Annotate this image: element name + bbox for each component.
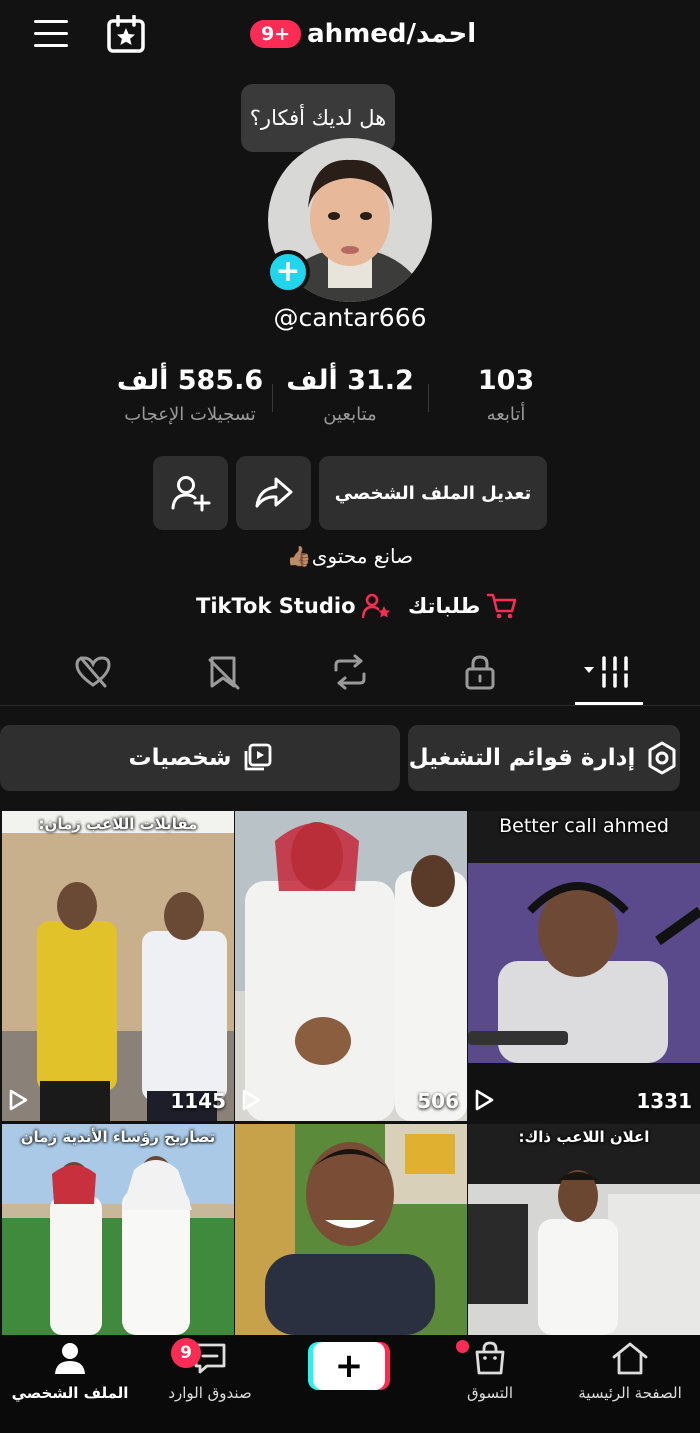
stat-followers[interactable]: 31.2 ألف متابعين	[260, 365, 440, 425]
favorites-hidden-icon	[208, 656, 240, 690]
notification-badge: 9+	[250, 20, 302, 48]
studio-person-star-icon	[361, 593, 390, 619]
account-name: ahmed/احمد	[307, 19, 477, 49]
stat-label: تسجيلات الإعجاب	[124, 404, 256, 425]
video-caption: تصاريح رؤساء الأندية زمان	[20, 1128, 216, 1146]
shop-notification-dot	[456, 1340, 469, 1353]
orders-label: طلباتك	[408, 594, 481, 618]
add-user-icon	[171, 476, 210, 512]
nav-profile[interactable]: الملف الشخصي	[0, 1340, 140, 1402]
video-thumbnail[interactable]	[235, 1124, 467, 1335]
video-caption: Better call ahmed	[499, 815, 669, 837]
nav-profile-label: الملف الشخصي	[11, 1384, 129, 1402]
menu-icon[interactable]	[34, 20, 68, 48]
stat-following[interactable]: 103 أتابعه	[416, 365, 596, 425]
video-thumbnail[interactable]: Better call ahmed 1331	[468, 811, 700, 1121]
profile-title[interactable]: 9+ ahmed/احمد	[250, 14, 476, 54]
tab-private[interactable]	[444, 650, 516, 694]
nav-shop-label: التسوق	[466, 1384, 514, 1402]
view-count: 1331	[636, 1089, 692, 1113]
video-thumbnail[interactable]: اعلان اللاعب ذاك:	[468, 1124, 700, 1335]
video-thumbnail[interactable]: 506	[235, 811, 467, 1121]
profile-bio: صانع محتوى👍🏽	[286, 544, 414, 568]
liked-hidden-icon	[75, 656, 111, 688]
stat-value: 585.6 ألف	[116, 365, 264, 396]
play-icon	[9, 1089, 28, 1111]
characters-icon	[244, 743, 271, 771]
calendar-star-icon[interactable]	[106, 14, 146, 57]
repost-icon	[334, 654, 366, 690]
characters-button[interactable]: شخصيات	[0, 725, 400, 791]
view-count: 506	[417, 1089, 459, 1113]
create-button[interactable]: +	[313, 1342, 385, 1390]
tiktok-studio-label: TikTok Studio	[196, 594, 356, 618]
play-icon	[242, 1089, 261, 1111]
stat-value: 103	[477, 365, 535, 396]
gear-icon	[648, 741, 676, 775]
edit-profile-button[interactable]: تعديل الملف الشخصي	[319, 456, 547, 530]
tab-reposts[interactable]	[314, 650, 386, 694]
manage-playlists-button[interactable]: إدارة قوائم التشغيل	[408, 725, 680, 791]
tab-liked[interactable]	[57, 650, 129, 694]
inbox-badge: 9	[171, 1338, 201, 1368]
nav-inbox-label: صندوق الوارد	[168, 1384, 252, 1402]
share-profile-button[interactable]	[236, 456, 311, 530]
username-handle: @cantar666	[273, 303, 427, 332]
manage-playlists-label: إدارة قوائم التشغيل	[408, 745, 636, 771]
profile-icon	[55, 1343, 85, 1374]
grid-icon	[584, 656, 630, 688]
nav-shop[interactable]: التسوق	[420, 1340, 560, 1402]
nav-home[interactable]: الصفحة الرئيسية	[560, 1340, 700, 1402]
share-icon	[255, 477, 292, 508]
stat-value: 31.2 ألف	[286, 365, 414, 396]
tiktok-studio-link[interactable]: TikTok Studio	[196, 590, 392, 622]
orders-link[interactable]: طلباتك	[408, 590, 518, 622]
view-count: 1145	[170, 1089, 226, 1113]
stat-likes[interactable]: 585.6 ألف تسجيلات الإعجاب	[100, 365, 280, 425]
nav-home-label: الصفحة الرئيسية	[578, 1384, 682, 1402]
characters-label: شخصيات	[128, 745, 232, 771]
add-avatar-button[interactable]: +	[266, 250, 310, 294]
video-caption: اعلان اللاعب ذاك:	[518, 1128, 650, 1146]
tab-favorites[interactable]	[188, 650, 260, 694]
home-icon	[612, 1342, 648, 1375]
add-friend-button[interactable]	[153, 456, 228, 530]
lock-icon	[465, 655, 495, 690]
video-caption: مقابلات اللاعب زمان:	[38, 815, 198, 833]
tab-videos[interactable]	[573, 650, 645, 694]
stat-label: أتابعه	[486, 404, 526, 425]
play-icon	[475, 1089, 494, 1111]
stat-label: متابعين	[323, 404, 377, 425]
active-tab-indicator	[575, 702, 643, 705]
video-thumbnail[interactable]: تصاريح رؤساء الأندية زمان	[2, 1124, 234, 1335]
cart-icon	[487, 593, 517, 619]
nav-inbox[interactable]: صندوق الوارد	[140, 1340, 280, 1402]
shopping-bag-icon	[475, 1341, 505, 1375]
tabs-divider	[0, 705, 700, 706]
video-thumbnail[interactable]: مقابلات اللاعب زمان: 1145	[2, 811, 234, 1121]
